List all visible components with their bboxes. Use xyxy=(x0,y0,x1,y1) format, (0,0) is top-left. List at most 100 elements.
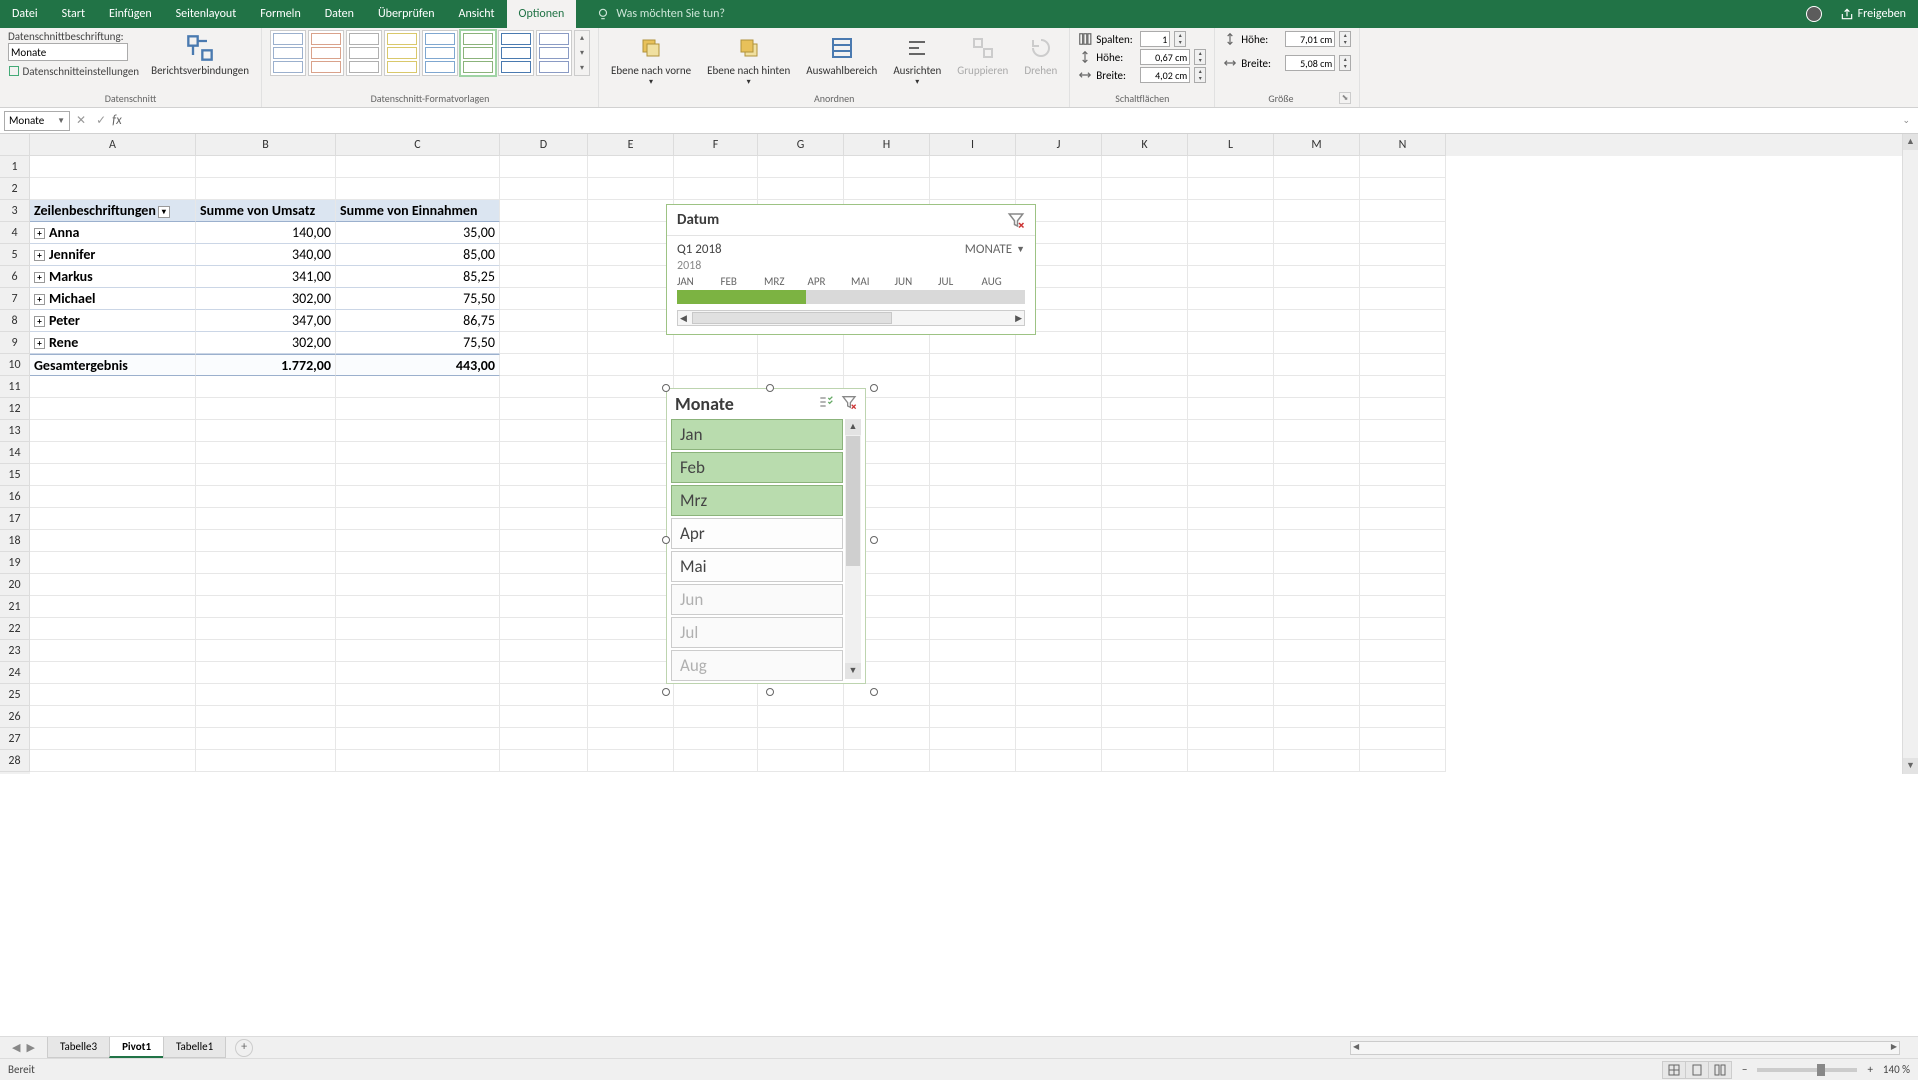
cell[interactable] xyxy=(844,332,930,354)
scroll-left-icon[interactable]: ◀ xyxy=(680,313,687,324)
cell[interactable] xyxy=(1274,376,1360,398)
cell[interactable] xyxy=(1274,420,1360,442)
expand-button[interactable]: + xyxy=(34,338,45,349)
cell[interactable] xyxy=(588,618,674,640)
cell[interactable] xyxy=(1016,596,1102,618)
selection-pane-button[interactable]: Auswahlbereich xyxy=(802,30,881,79)
cell[interactable] xyxy=(1274,728,1360,750)
row-header[interactable]: 18 xyxy=(0,530,30,552)
cell[interactable] xyxy=(588,464,674,486)
row-headers[interactable]: 1234567891011121314151617181920212223242… xyxy=(0,156,30,774)
cell[interactable] xyxy=(196,398,336,420)
cell[interactable] xyxy=(500,706,588,728)
cell[interactable] xyxy=(1360,376,1446,398)
cell[interactable] xyxy=(336,552,500,574)
cell[interactable] xyxy=(196,618,336,640)
cell[interactable] xyxy=(500,332,588,354)
vertical-scrollbar[interactable]: ▲▼ xyxy=(1902,134,1918,774)
report-connections-button[interactable]: Berichtsverbindungen xyxy=(147,30,253,79)
cell[interactable] xyxy=(844,156,930,178)
button-width-input[interactable] xyxy=(1140,67,1190,83)
cell[interactable] xyxy=(1188,310,1274,332)
cell[interactable]: +Jennifer xyxy=(30,244,196,266)
cell[interactable] xyxy=(1274,574,1360,596)
cell[interactable] xyxy=(930,728,1016,750)
cell[interactable] xyxy=(1274,508,1360,530)
col-header[interactable]: I xyxy=(930,134,1016,156)
cell[interactable] xyxy=(1360,398,1446,420)
cell[interactable] xyxy=(196,464,336,486)
cell[interactable] xyxy=(196,420,336,442)
col-header[interactable]: H xyxy=(844,134,930,156)
filter-dropdown-button[interactable]: ▾ xyxy=(158,206,170,218)
row-header[interactable]: 26 xyxy=(0,706,30,728)
cell[interactable] xyxy=(1188,376,1274,398)
cell[interactable] xyxy=(1102,552,1188,574)
cell[interactable] xyxy=(588,266,674,288)
cell[interactable] xyxy=(336,662,500,684)
expand-button[interactable]: + xyxy=(34,272,45,283)
cell[interactable] xyxy=(30,596,196,618)
cell[interactable]: 86,75 xyxy=(336,310,500,332)
column-headers[interactable]: ABCDEFGHIJKLMN xyxy=(30,134,1902,156)
cell[interactable] xyxy=(196,574,336,596)
slicer-item[interactable]: Aug xyxy=(671,650,843,681)
row-header[interactable]: 4 xyxy=(0,222,30,244)
scroll-up-icon[interactable]: ▲ xyxy=(845,419,861,435)
cell[interactable] xyxy=(588,178,674,200)
cell[interactable] xyxy=(30,398,196,420)
user-account[interactable] xyxy=(1806,6,1822,22)
cell[interactable] xyxy=(1102,354,1188,376)
cell[interactable] xyxy=(1188,486,1274,508)
slicer-item[interactable]: Apr xyxy=(671,518,843,549)
cell[interactable] xyxy=(500,266,588,288)
expand-button[interactable]: + xyxy=(34,228,45,239)
row-header[interactable]: 11 xyxy=(0,376,30,398)
cell[interactable] xyxy=(588,662,674,684)
cell[interactable] xyxy=(336,508,500,530)
cell[interactable] xyxy=(1102,288,1188,310)
cell[interactable] xyxy=(30,486,196,508)
zoom-in-button[interactable]: + xyxy=(1867,1063,1872,1076)
cell[interactable] xyxy=(674,178,758,200)
row-header[interactable]: 19 xyxy=(0,552,30,574)
cell[interactable] xyxy=(844,728,930,750)
cell[interactable] xyxy=(30,530,196,552)
cell[interactable]: +Markus xyxy=(30,266,196,288)
cell[interactable] xyxy=(500,486,588,508)
cell[interactable] xyxy=(1102,222,1188,244)
cell[interactable] xyxy=(758,354,844,376)
cell[interactable] xyxy=(1360,266,1446,288)
cell[interactable] xyxy=(1102,508,1188,530)
cell[interactable] xyxy=(1102,200,1188,222)
cell[interactable] xyxy=(1274,332,1360,354)
row-header[interactable]: 16 xyxy=(0,486,30,508)
ribbon-tab-formeln[interactable]: Formeln xyxy=(248,0,312,28)
cell[interactable] xyxy=(30,574,196,596)
cell[interactable] xyxy=(1188,618,1274,640)
timeline-clear-filter-button[interactable] xyxy=(1007,211,1025,229)
spinner[interactable]: ▴▾ xyxy=(1194,67,1206,83)
cell[interactable] xyxy=(1102,420,1188,442)
cell[interactable] xyxy=(930,332,1016,354)
formula-input[interactable] xyxy=(128,111,1893,131)
ribbon-tab-seitenlayout[interactable]: Seitenlayout xyxy=(164,0,249,28)
row-header[interactable]: 17 xyxy=(0,508,30,530)
gallery-expand-button[interactable]: ▴▾▾ xyxy=(574,30,590,76)
cell[interactable] xyxy=(500,508,588,530)
cell[interactable] xyxy=(1360,530,1446,552)
cell[interactable] xyxy=(500,640,588,662)
cell[interactable] xyxy=(1274,706,1360,728)
ribbon-tab-überprüfen[interactable]: Überprüfen xyxy=(366,0,447,28)
cell[interactable] xyxy=(1274,640,1360,662)
cell[interactable] xyxy=(1188,640,1274,662)
row-header[interactable]: 25 xyxy=(0,684,30,706)
slicer-item[interactable]: Jul xyxy=(671,617,843,648)
cell[interactable] xyxy=(1016,398,1102,420)
cell[interactable] xyxy=(30,156,196,178)
cell[interactable] xyxy=(1188,684,1274,706)
cell[interactable] xyxy=(1188,244,1274,266)
slicer-clear-filter-button[interactable] xyxy=(841,393,857,415)
cell[interactable]: 140,00 xyxy=(196,222,336,244)
cell[interactable] xyxy=(30,750,196,772)
